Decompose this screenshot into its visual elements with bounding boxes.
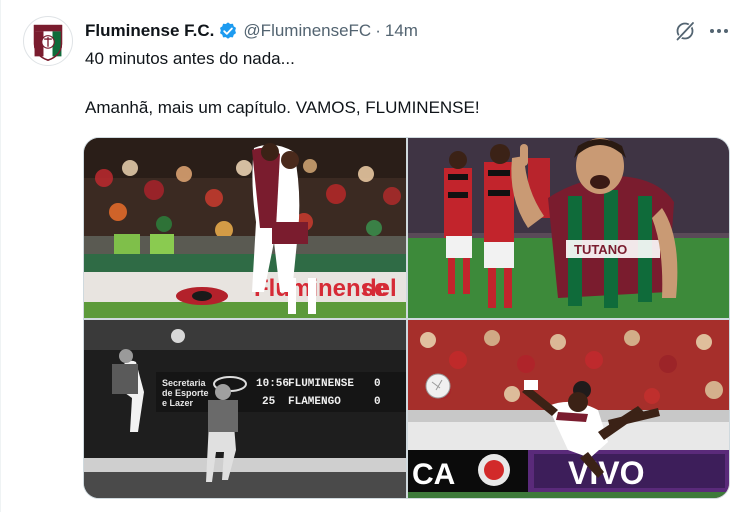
board-left-2: de Esporte: [162, 388, 209, 398]
board-row1-team: FLUMINENSE: [288, 378, 354, 390]
board-left-1: Secretaria: [162, 378, 207, 388]
photo-4[interactable]: CA VIVO: [408, 320, 729, 498]
avatar[interactable]: [23, 16, 73, 66]
fluminense-crest-icon: [33, 24, 63, 61]
photo-1[interactable]: Fluminense del: [84, 138, 406, 318]
board-row2-time: 25: [262, 396, 276, 408]
tweet-timestamp[interactable]: 14m: [385, 21, 418, 41]
board-row2-team: FLAMENGO: [288, 396, 341, 408]
photo-goal-celebration: TUTANO: [408, 138, 729, 318]
board-suffix: del: [362, 275, 397, 302]
tweet-line-1: 40 minutos antes do nada...: [85, 49, 295, 68]
grok-icon[interactable]: [674, 20, 696, 42]
board-row1-score: 0: [374, 378, 381, 390]
shirt-sponsor: TUTANO: [574, 242, 627, 257]
sponsor-right: VIVO: [568, 455, 644, 491]
tweet-text: 40 minutos antes do nada... Amanhã, mais…: [85, 48, 725, 119]
media-grid: Fluminense del TUTANO Secretaria de Espo…: [83, 137, 730, 499]
photo-2[interactable]: TUTANO: [408, 138, 729, 318]
verified-badge-icon[interactable]: [218, 21, 238, 41]
author-handle[interactable]: @FluminenseFC: [243, 21, 371, 41]
photo-3[interactable]: Secretaria de Esporte e Lazer 10:56 FLUM…: [84, 320, 406, 498]
separator-dot: ·: [375, 21, 381, 40]
tweet-card[interactable]: Fluminense F.C. @FluminenseFC · 14m 40 m…: [0, 0, 737, 512]
sponsor-left: CA: [412, 458, 455, 491]
board-row2-score: 0: [374, 396, 381, 408]
author-name[interactable]: Fluminense F.C.: [85, 21, 214, 41]
photo-vintage-scoreboard: Secretaria de Esporte e Lazer 10:56 FLUM…: [84, 320, 406, 498]
board-left-3: e Lazer: [162, 398, 194, 408]
photo-bicycle-kick: CA VIVO: [408, 320, 729, 498]
photo-celebration: Fluminense del: [84, 138, 406, 318]
board-row1-time: 10:56: [256, 378, 289, 390]
tweet-header: Fluminense F.C. @FluminenseFC · 14m: [85, 19, 418, 43]
more-options-icon[interactable]: [708, 20, 730, 42]
tweet-line-2: Amanhã, mais um capítulo. VAMOS, FLUMINE…: [85, 98, 480, 117]
